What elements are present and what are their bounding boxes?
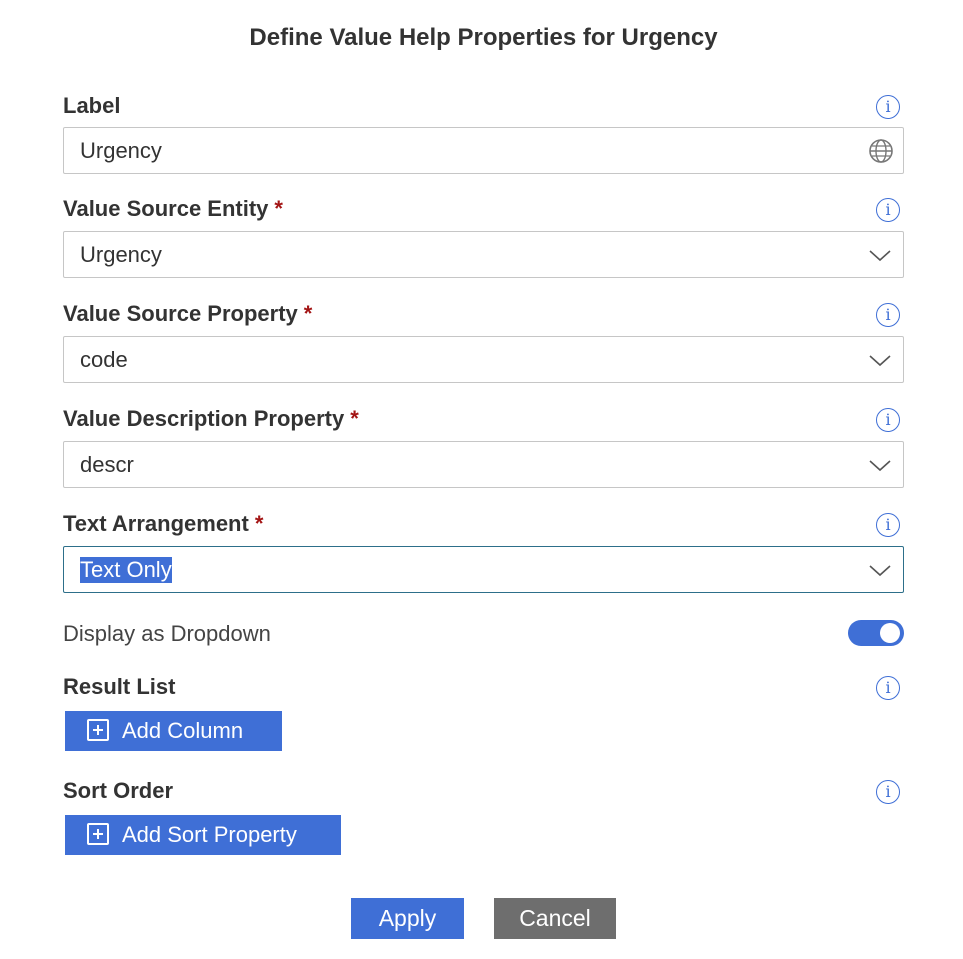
value-source-entity-label: Value Source Entity * — [63, 196, 283, 222]
text-arrangement-text: Text Arrangement — [63, 511, 249, 536]
value-source-entity-info-icon[interactable]: i — [876, 198, 900, 222]
label-input-value: Urgency — [80, 138, 162, 163]
value-source-property-value: code — [80, 347, 128, 372]
value-description-property-info-icon[interactable]: i — [876, 408, 900, 432]
label-field-label: Label — [63, 93, 120, 119]
label-input[interactable]: Urgency — [63, 127, 904, 174]
text-arrangement-info-icon[interactable]: i — [876, 513, 900, 537]
result-list-info-icon[interactable]: i — [876, 676, 900, 700]
dialog-title: Define Value Help Properties for Urgency — [249, 24, 718, 51]
add-column-button[interactable]: Add Column — [65, 711, 282, 751]
add-column-label: Add Column — [122, 718, 244, 743]
add-sort-property-button[interactable]: Add Sort Property — [65, 815, 341, 855]
label-text: Label — [63, 93, 121, 118]
display-as-dropdown-label: Display as Dropdown — [63, 621, 271, 646]
label-info-icon[interactable]: i — [876, 95, 900, 119]
chevron-down-icon[interactable] — [869, 560, 891, 580]
chevron-down-icon[interactable] — [869, 245, 891, 265]
required-mark: * — [303, 301, 313, 326]
required-mark: * — [350, 406, 359, 431]
value-description-property-text: Value Description Property — [63, 406, 345, 431]
value-description-property-select[interactable]: descr — [63, 441, 904, 488]
chevron-down-icon[interactable] — [869, 455, 891, 475]
globe-icon[interactable] — [868, 138, 894, 164]
sort-order-label: Sort Order — [63, 778, 174, 803]
value-source-property-text: Value Source Property — [63, 301, 298, 326]
result-list-label: Result List — [63, 674, 176, 699]
cancel-button[interactable]: Cancel — [494, 898, 616, 939]
toggle-knob — [880, 623, 900, 643]
value-source-property-info-icon[interactable]: i — [876, 303, 900, 327]
value-source-entity-text: Value Source Entity — [63, 196, 269, 221]
apply-button[interactable]: Apply — [351, 898, 464, 939]
display-as-dropdown-toggle[interactable] — [848, 620, 904, 646]
chevron-down-icon[interactable] — [869, 350, 891, 370]
add-sort-property-label: Add Sort Property — [122, 822, 297, 847]
value-description-property-label: Value Description Property * — [63, 406, 359, 432]
value-source-entity-select[interactable]: Urgency — [63, 231, 904, 278]
required-mark: * — [254, 511, 264, 536]
value-description-property-value: descr — [80, 452, 134, 477]
text-arrangement-select[interactable]: Text Only — [63, 546, 904, 593]
value-source-entity-value: Urgency — [80, 242, 162, 267]
text-arrangement-label: Text Arrangement * — [63, 511, 263, 537]
sort-order-info-icon[interactable]: i — [876, 780, 900, 804]
value-source-property-label: Value Source Property * — [63, 301, 312, 327]
plus-square-icon — [87, 823, 109, 845]
required-mark: * — [274, 196, 283, 221]
plus-square-icon — [87, 719, 109, 741]
value-source-property-select[interactable]: code — [63, 336, 904, 383]
text-arrangement-value: Text Only — [80, 557, 172, 583]
